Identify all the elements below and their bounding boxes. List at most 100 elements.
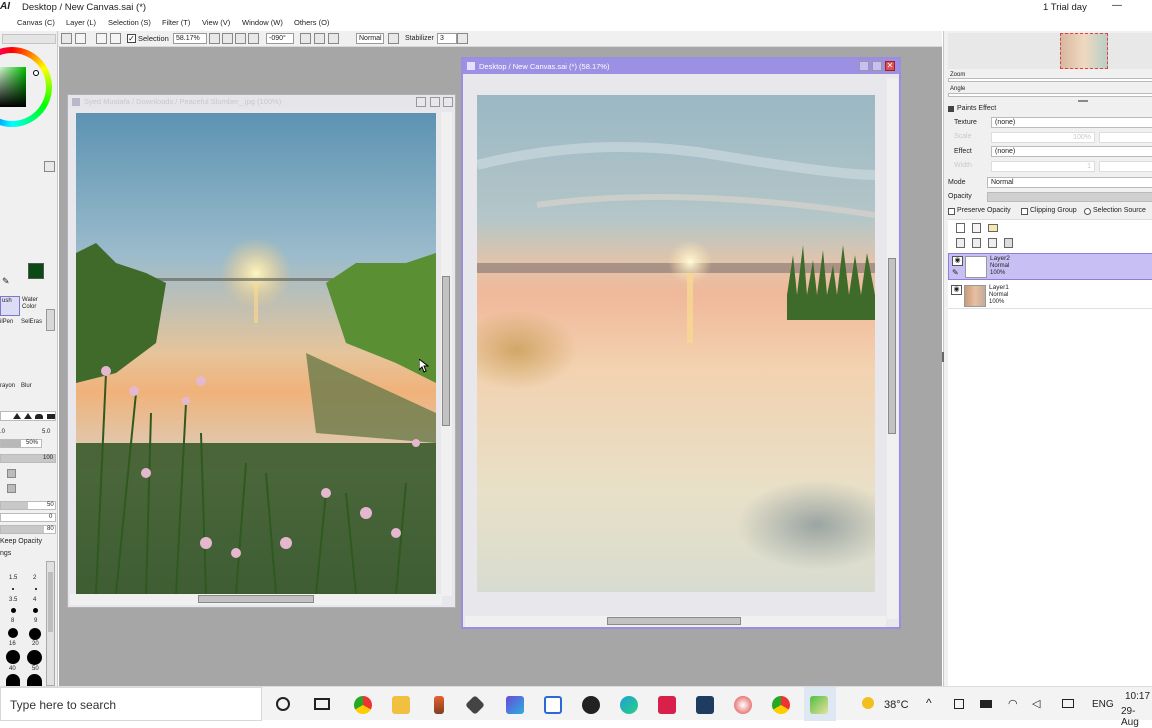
brush-size-8[interactable]: 20	[32, 641, 39, 647]
mode-select[interactable]: Normal	[987, 177, 1152, 188]
minimize-icon[interactable]	[416, 97, 426, 107]
app-icon[interactable]	[658, 696, 676, 714]
taskbar-search-box[interactable]: Type here to search	[0, 687, 262, 721]
edge-icon[interactable]	[620, 696, 638, 714]
canvas-hscroll-thumb[interactable]	[607, 617, 741, 625]
app-icon[interactable]	[465, 695, 485, 715]
clock-date[interactable]: 29-Aug	[1121, 706, 1152, 728]
width-slider[interactable]: 1	[991, 161, 1095, 172]
blend-mode-field[interactable]: Normal	[356, 33, 384, 44]
canvas-vscroll[interactable]	[887, 78, 898, 619]
saturation-value-square[interactable]	[0, 67, 26, 107]
brush-size-scrollbar[interactable]	[46, 561, 55, 686]
zoom-reset-icon[interactable]	[248, 33, 259, 44]
keep-opacity-label[interactable]: Keep Opacity	[0, 538, 42, 545]
clear-layer-icon[interactable]	[988, 238, 997, 248]
tool-blur[interactable]: Blur	[21, 383, 43, 397]
cortana-icon[interactable]	[276, 697, 290, 711]
app-icon[interactable]	[506, 696, 524, 714]
reference-hscroll-thumb[interactable]	[198, 595, 314, 603]
zoom-in-icon[interactable]	[235, 33, 246, 44]
minimize-button[interactable]: —	[1112, 0, 1122, 11]
brush-size-1[interactable]: 1.5	[9, 575, 17, 581]
brush-shape-row[interactable]	[0, 411, 56, 421]
new-layer-icon[interactable]	[956, 223, 965, 233]
close-icon[interactable]: ✕	[885, 61, 895, 71]
close-icon[interactable]	[443, 97, 453, 107]
layer-row-layer1[interactable]: ◉ Layer1 Normal 100%	[948, 283, 1152, 309]
shape-flat-icon[interactable]	[47, 414, 55, 419]
navigator-tabs[interactable]	[2, 34, 56, 44]
shape-dome-icon[interactable]	[35, 414, 43, 419]
brush-size-3[interactable]: 3.5	[9, 597, 17, 603]
task-view-icon[interactable]	[314, 698, 330, 710]
reference-hscroll[interactable]	[70, 594, 442, 605]
zoom-field[interactable]: 58.17%	[173, 33, 207, 44]
maximize-icon[interactable]	[872, 61, 882, 71]
menu-window[interactable]: Window (W)	[242, 18, 283, 27]
redo-icon[interactable]	[75, 33, 86, 44]
tool-brush[interactable]: ush	[0, 296, 20, 316]
navigator-thumbnail[interactable]	[1060, 33, 1108, 69]
opacity-slider[interactable]	[987, 192, 1152, 202]
chrome-icon[interactable]	[354, 696, 372, 714]
reference-window-title[interactable]: Syed Mustafa / Downloads / Peaceful Slum…	[68, 95, 455, 109]
file-explorer-icon[interactable]	[392, 696, 410, 714]
clock-time[interactable]: 10:17	[1125, 691, 1150, 702]
value-slider-3[interactable]: 0	[0, 513, 56, 522]
eyedropper-icon[interactable]: ✎	[2, 277, 11, 286]
tool-watercolor[interactable]: Water Color	[21, 296, 43, 316]
deselect-icon[interactable]	[96, 33, 107, 44]
brush-size-10[interactable]: 50	[32, 666, 39, 672]
selection-source-radio[interactable]	[1084, 208, 1091, 215]
value-slider-2[interactable]: 50	[0, 501, 56, 510]
battery-icon[interactable]	[980, 700, 992, 708]
menu-canvas[interactable]: Canvas (C)	[17, 18, 55, 27]
palette-toggle-icon[interactable]	[44, 161, 55, 172]
minimize-icon[interactable]	[859, 61, 869, 71]
menu-selection[interactable]: Selection (S)	[108, 18, 151, 27]
texture-select[interactable]: (none)	[991, 117, 1152, 128]
rotate-reset-icon[interactable]	[328, 33, 339, 44]
delete-layer-icon[interactable]	[1004, 238, 1013, 248]
brush-size-4[interactable]: 4	[33, 597, 36, 603]
brush-size-grid[interactable]: 1.5 2 3.5 4 8 9 16 20 40 50	[0, 561, 45, 686]
menu-others[interactable]: Others (O)	[294, 18, 329, 27]
paint-tool-sai-icon[interactable]	[810, 696, 828, 714]
scale-slider[interactable]: 100%	[991, 132, 1095, 143]
rotate-right-icon[interactable]	[314, 33, 325, 44]
menu-filter[interactable]: Filter (T)	[162, 18, 190, 27]
stabilizer-field[interactable]: 3	[437, 33, 457, 44]
brush-size-6[interactable]: 9	[34, 618, 37, 624]
tool-select-eraser[interactable]: SelEras	[21, 319, 43, 333]
new-folder-icon[interactable]	[988, 224, 998, 232]
brush-lock-icon[interactable]: ✎	[952, 268, 963, 278]
shape-triangle-2-icon[interactable]	[24, 413, 32, 419]
tool-list-scrollbar[interactable]	[46, 309, 55, 331]
value-slider-4[interactable]: 80	[0, 525, 56, 534]
rotate-left-icon[interactable]	[300, 33, 311, 44]
merge-down-icon[interactable]	[972, 238, 981, 248]
flip-icon[interactable]	[388, 33, 399, 44]
clipping-group-checkbox[interactable]	[1021, 208, 1028, 215]
brush-size-9[interactable]: 40	[9, 666, 16, 672]
navigator-preview[interactable]	[948, 33, 1152, 69]
visibility-eye-icon[interactable]: ◉	[951, 285, 962, 295]
invert-selection-icon[interactable]	[110, 33, 121, 44]
app-icon[interactable]	[696, 696, 714, 714]
chrome-icon[interactable]	[772, 696, 790, 714]
paint-tool-icon[interactable]	[434, 696, 444, 714]
visibility-eye-icon[interactable]: ◉	[952, 256, 963, 266]
painting-canvas[interactable]	[477, 95, 875, 592]
transfer-down-icon[interactable]	[956, 238, 965, 248]
keyboard-icon[interactable]	[1062, 699, 1074, 708]
maximize-icon[interactable]	[430, 97, 440, 107]
zoom-dropdown-icon[interactable]	[209, 33, 220, 44]
language[interactable]: ENG	[1092, 699, 1114, 710]
brush-size-2[interactable]: 2	[33, 575, 36, 581]
shape-triangle-icon[interactable]	[13, 413, 21, 419]
scale-extra-field[interactable]	[1099, 132, 1152, 143]
collapse-icon[interactable]	[948, 106, 954, 112]
stabilizer-dropdown-icon[interactable]	[457, 33, 468, 44]
width-extra-field[interactable]	[1099, 161, 1152, 172]
